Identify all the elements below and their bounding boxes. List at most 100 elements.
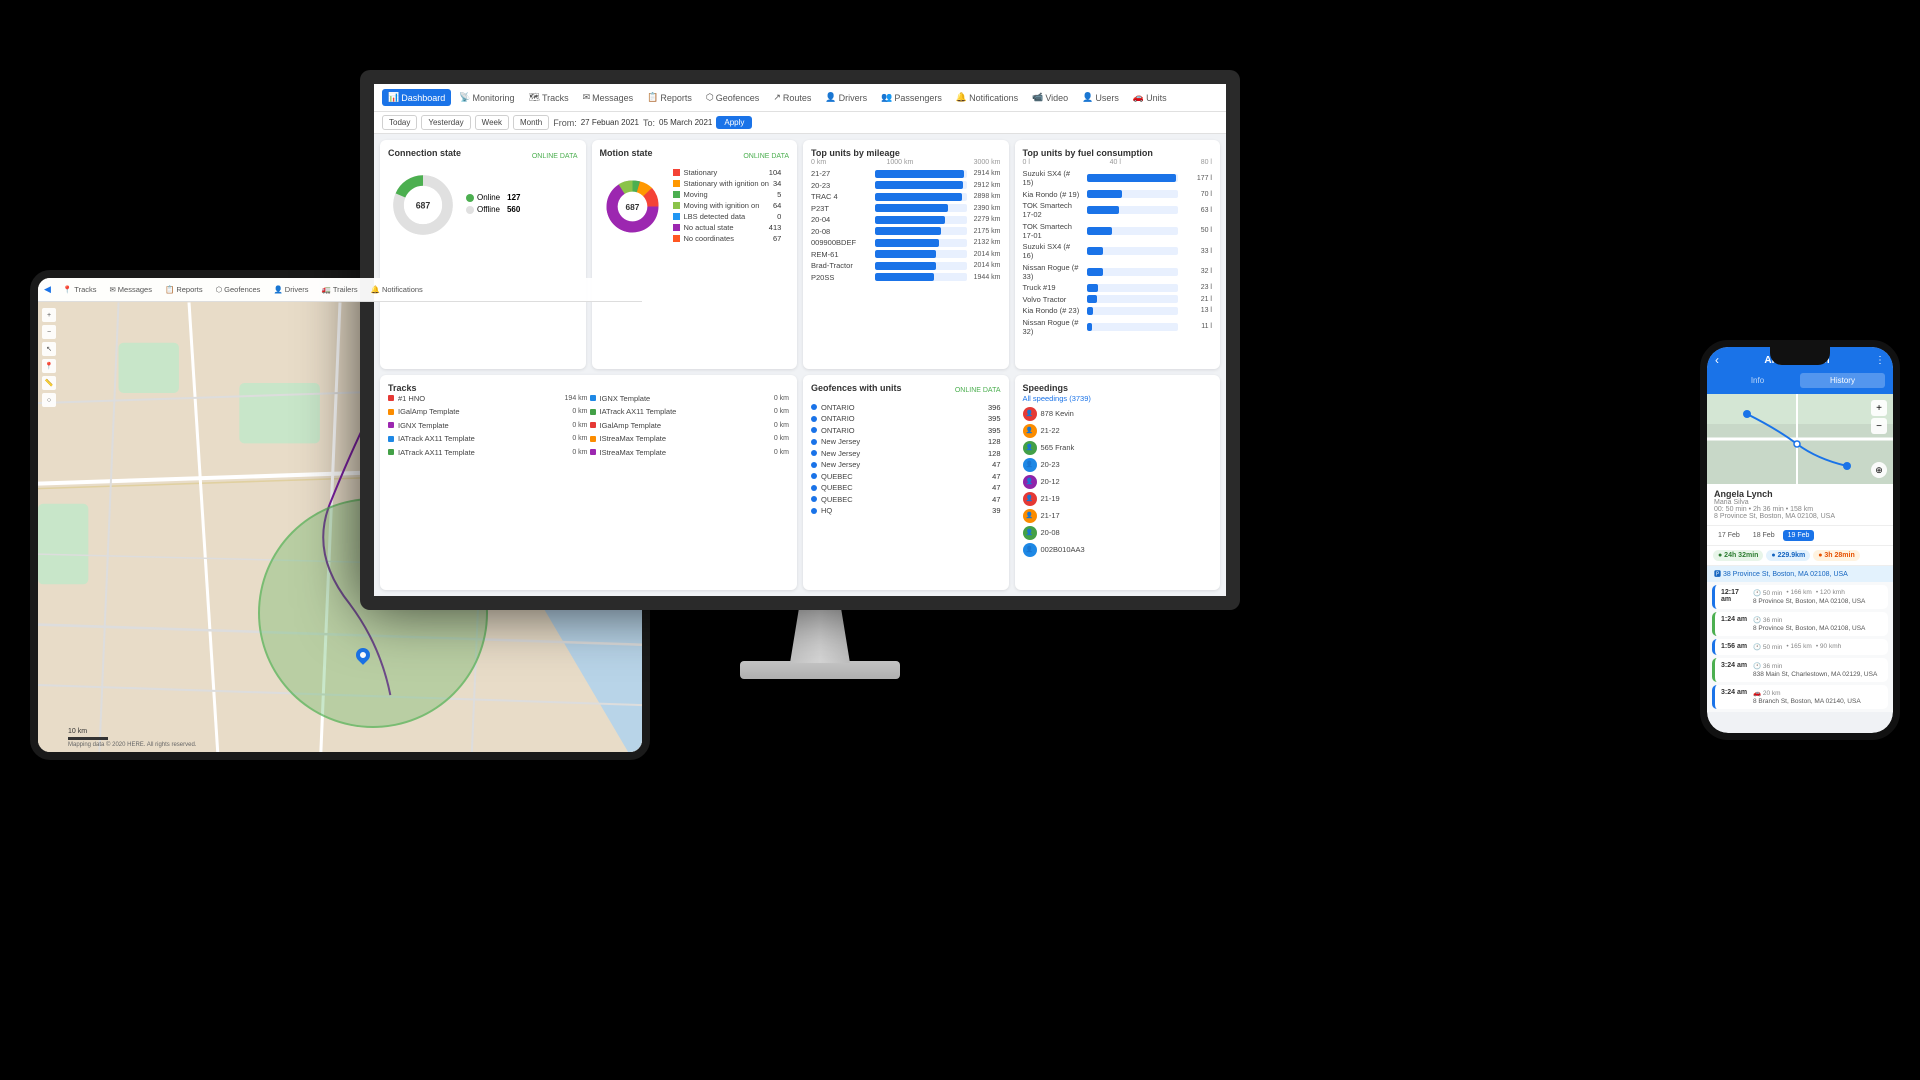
track-list-item: IStreaMax Template 0 km bbox=[590, 448, 790, 457]
users-icon: 👤 bbox=[1082, 92, 1093, 103]
phone-body: ‹ Angela Lynch ⋮ Info History bbox=[1700, 340, 1900, 740]
trip-time: 1:56 am bbox=[1721, 643, 1749, 650]
speedings-all-label[interactable]: All speedings (3739) bbox=[1023, 394, 1213, 403]
trip-addr: 8 Province St, Boston, MA 02108, USA bbox=[1753, 598, 1882, 605]
toolbar-cursor[interactable]: ↖ bbox=[42, 342, 56, 356]
trip-time: 3:24 am bbox=[1721, 689, 1749, 696]
phone-zoom-out[interactable]: − bbox=[1871, 418, 1887, 434]
nav-monitoring[interactable]: 📡 Monitoring bbox=[453, 89, 520, 106]
to-label: To: bbox=[643, 118, 655, 128]
tablet-nav-messages[interactable]: ✉ Messages bbox=[105, 283, 157, 296]
stat-idle-time: ● 3h 28min bbox=[1813, 550, 1860, 561]
trip-time: 3:24 am bbox=[1721, 662, 1749, 669]
tablet-nav-reports[interactable]: 📋 Reports bbox=[160, 283, 208, 296]
nav-reports[interactable]: 📋 Reports bbox=[641, 89, 698, 106]
monitor-frame: 📊 Dashboard 📡 Monitoring 🗺 Tracks ✉ Mess… bbox=[360, 70, 1240, 610]
tablet-nav-geofences[interactable]: ⬡ Geofences bbox=[211, 283, 266, 296]
drivers-icon: 👤 bbox=[825, 92, 836, 103]
toolbar-ruler[interactable]: 📏 bbox=[42, 376, 56, 390]
nav-notifications[interactable]: 🔔 Notifications bbox=[950, 89, 1024, 106]
phone-date-19[interactable]: 19 Feb bbox=[1783, 530, 1815, 541]
mileage-scale: 0 km 1000 km 3000 km bbox=[811, 159, 1001, 166]
nav-tracks[interactable]: 🗺 Tracks bbox=[523, 89, 575, 106]
geofences-card: Geofences with units ONLINE DATA ONTARIO… bbox=[803, 375, 1009, 591]
phone-date-18[interactable]: 18 Feb bbox=[1748, 530, 1780, 541]
speedings-title: Speedings bbox=[1023, 383, 1069, 393]
tracks-card: Tracks #1 HNO 194 km IGNX Template 0 km … bbox=[380, 375, 797, 591]
trip-item-1: 12:17 am 🕐 50 min• 166 km• 120 kmh 8 Pro… bbox=[1712, 585, 1888, 609]
nav-video[interactable]: 📹 Video bbox=[1026, 89, 1074, 106]
motion-moving-ign: Moving with ignition on 64 bbox=[673, 201, 782, 210]
toolbar-pin[interactable]: 📍 bbox=[42, 359, 56, 373]
phone-locate-btn[interactable]: ⊕ bbox=[1871, 462, 1887, 478]
phone-driver-name-label: Angela Lynch bbox=[1714, 489, 1886, 499]
phone-date-17[interactable]: 17 Feb bbox=[1713, 530, 1745, 541]
nav-units[interactable]: 🚗 Units bbox=[1127, 89, 1173, 106]
trip-stats: 🚗 20 km bbox=[1753, 689, 1882, 697]
map-copyright: Mapping data © 2020 HERE. All rights res… bbox=[68, 742, 197, 748]
nav-dashboard[interactable]: 📊 Dashboard bbox=[382, 89, 451, 106]
tablet-tracks-icon: 📍 bbox=[63, 285, 72, 294]
trip-item-4: 3:24 am 🕐 36 min 838 Main St, Charlestow… bbox=[1712, 658, 1888, 682]
phone-driver-sub: Maria Silva bbox=[1714, 499, 1886, 506]
today-btn[interactable]: Today bbox=[382, 115, 417, 130]
nav-users[interactable]: 👤 Users bbox=[1076, 89, 1125, 106]
phone-zoom-in[interactable]: + bbox=[1871, 400, 1887, 416]
geo-list-item: ONTARIO 395 bbox=[811, 426, 1001, 435]
to-value: 05 March 2021 bbox=[659, 118, 712, 127]
tablet-nav-drivers[interactable]: 👤 Drivers bbox=[268, 283, 313, 296]
track-list-item: IGalAmp Template 0 km bbox=[388, 407, 588, 416]
map-toolbar: + − ↖ 📍 📏 ○ bbox=[42, 308, 58, 407]
toolbar-zoom-out[interactable]: − bbox=[42, 325, 56, 339]
toolbar-zoom-in[interactable]: + bbox=[42, 308, 56, 322]
geo-list-item: HQ 39 bbox=[811, 506, 1001, 515]
fuel-bar-row: TOK Smartech 17-02 63 l bbox=[1023, 201, 1213, 219]
svg-text:687: 687 bbox=[416, 201, 431, 211]
fuel-bar-row: Suzuki SX4 (# 15) 177 l bbox=[1023, 169, 1213, 187]
tablet-nav-notifications[interactable]: 🔔 Notifications bbox=[366, 283, 428, 296]
trip-time: 1:24 am bbox=[1721, 616, 1749, 623]
trip-addr: 8 Branch St, Boston, MA 02140, USA bbox=[1753, 698, 1882, 705]
mileage-bar-row: 20-23 2912 km bbox=[811, 181, 1001, 190]
nav-geofences[interactable]: ⬡ Geofences bbox=[700, 89, 765, 106]
mileage-bar-row: 21-27 2914 km bbox=[811, 169, 1001, 178]
trip-addr: 838 Main St, Charlestown, MA 02129, USA bbox=[1753, 671, 1882, 678]
speed-list-item: 👤 21-22 bbox=[1023, 424, 1213, 438]
toolbar-circle[interactable]: ○ bbox=[42, 393, 56, 407]
nav-passengers[interactable]: 👥 Passengers bbox=[875, 89, 948, 106]
month-btn[interactable]: Month bbox=[513, 115, 549, 130]
tablet-geofences-icon: ⬡ bbox=[216, 285, 223, 294]
fuel-bars: Suzuki SX4 (# 15) 177 l Kia Rondo (# 19)… bbox=[1023, 169, 1213, 336]
geo-list-item: New Jersey 47 bbox=[811, 460, 1001, 469]
nav-routes[interactable]: ↗ Routes bbox=[767, 89, 817, 106]
speedings-list: 👤 878 Kevin 👤 21-22 👤 565 Frank 👤 20-23 … bbox=[1023, 407, 1213, 557]
tablet-back-btn[interactable]: ◀ bbox=[44, 284, 51, 295]
yesterday-btn[interactable]: Yesterday bbox=[421, 115, 470, 130]
tablet-nav-tracks[interactable]: 📍 Tracks bbox=[58, 283, 102, 296]
speed-list-item: 👤 21-19 bbox=[1023, 492, 1213, 506]
motion-no-coords: No coordinates 67 bbox=[673, 234, 782, 243]
trip-details: 🕐 50 min• 165 km• 90 kmh bbox=[1753, 643, 1882, 651]
trip-stats: 🕐 36 min bbox=[1753, 616, 1882, 624]
geofences-icon: ⬡ bbox=[706, 92, 714, 103]
tablet-nav-trailers[interactable]: 🚛 Trailers bbox=[317, 283, 363, 296]
fuel-bar-row: Volvo Tractor 21 l bbox=[1023, 295, 1213, 304]
scale-bar bbox=[68, 737, 108, 740]
motion-card: Motion state ONLINE DATA 687 bbox=[592, 140, 798, 369]
nav-drivers[interactable]: 👤 Drivers bbox=[819, 89, 873, 106]
dashboard-icon: 📊 bbox=[388, 92, 399, 103]
mileage-card: Top units by mileage 0 km 1000 km 3000 k… bbox=[803, 140, 1009, 369]
fuel-bar-row: Kia Rondo (# 23) 13 l bbox=[1023, 306, 1213, 315]
offline-legend-item: Offline 560 bbox=[466, 205, 520, 214]
phone-driver-detail: 00: 50 min • 2h 36 min • 158 km bbox=[1714, 506, 1886, 513]
week-btn[interactable]: Week bbox=[475, 115, 509, 130]
apply-btn[interactable]: Apply bbox=[716, 116, 752, 129]
motion-stationary: Stationary 104 bbox=[673, 168, 782, 177]
phone-tab-info[interactable]: Info bbox=[1715, 373, 1800, 388]
phone-menu-btn[interactable]: ⋮ bbox=[1875, 355, 1885, 366]
trip-item-3: 1:56 am 🕐 50 min• 165 km• 90 kmh bbox=[1712, 639, 1888, 655]
nav-messages[interactable]: ✉ Messages bbox=[577, 89, 640, 106]
phone-back-btn[interactable]: ‹ bbox=[1715, 353, 1719, 367]
phone-tab-history[interactable]: History bbox=[1800, 373, 1885, 388]
geo-list-item: New Jersey 128 bbox=[811, 449, 1001, 458]
